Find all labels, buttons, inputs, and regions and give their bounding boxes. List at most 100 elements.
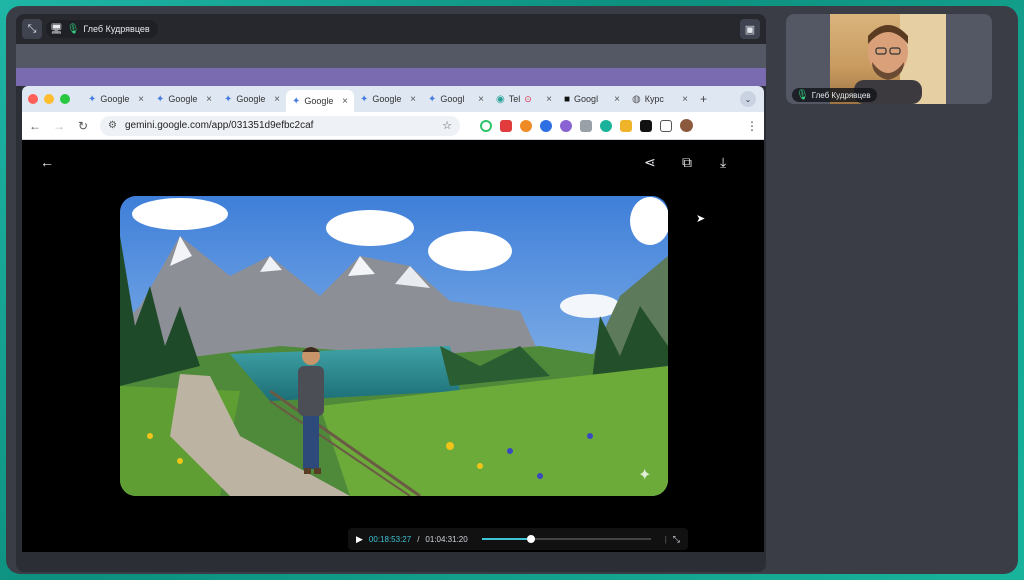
puzzle-extensions-icon[interactable]	[660, 119, 672, 132]
globe-icon: ◍	[632, 93, 641, 105]
tab-label: Googl	[440, 94, 465, 104]
seek-bar[interactable]	[481, 535, 651, 543]
close-tab-icon[interactable]: ×	[206, 94, 212, 105]
badge-extension-icon[interactable]	[620, 119, 632, 132]
tab-9[interactable]: ◍ Курс ×	[626, 89, 694, 109]
tab-2[interactable]: ✦ Google ×	[150, 89, 218, 109]
close-tab-icon[interactable]: ×	[682, 94, 688, 105]
maximize-window-button[interactable]	[60, 94, 70, 104]
bookmark-star-icon[interactable]: ☆	[442, 119, 452, 132]
tab-8[interactable]: ■ Googl ×	[558, 89, 626, 109]
screen-topbar: ⤡ 🖥 🎙 Глеб Кудрявцев ▣	[16, 14, 766, 44]
play-extension-icon[interactable]	[600, 119, 612, 132]
fox-extension-icon[interactable]	[520, 119, 532, 132]
url-text: gemini.google.com/app/031351d9efbc2caf	[124, 120, 314, 131]
close-tab-icon[interactable]: ×	[274, 94, 280, 105]
shield-extension-icon[interactable]	[580, 119, 592, 132]
share-icon[interactable]: ⋖	[644, 154, 656, 171]
forward-button[interactable]: →	[52, 119, 66, 133]
video-controls: ▶ 00:18:53:27 / 01:04:31:20 | ⤡	[348, 528, 688, 550]
tab-label: Курс	[644, 94, 664, 104]
back-button[interactable]: ←	[28, 119, 42, 133]
collapse-icon: ⤡	[27, 22, 37, 35]
tab-label: Google	[372, 94, 402, 104]
site-settings-icon[interactable]: ⚙	[108, 120, 117, 131]
shared-screen-top-area	[16, 44, 766, 68]
x-extension-icon[interactable]	[640, 119, 652, 132]
gemini-icon: ✦	[224, 93, 233, 105]
mouse-cursor-icon: ➤	[696, 213, 706, 225]
tab-label: Google	[236, 94, 266, 104]
tab-1[interactable]: ✦ Google ×	[82, 89, 150, 109]
participant-name: Глеб Кудрявцев	[811, 90, 871, 100]
profile-avatar[interactable]	[680, 119, 693, 132]
tab-4-active[interactable]: ✦ Google ×	[286, 90, 354, 112]
window-controls	[28, 94, 70, 104]
mic-icon: 🎙	[796, 89, 809, 101]
tab-search-button[interactable]: ⌄	[740, 91, 756, 107]
seek-handle[interactable]	[526, 535, 535, 543]
generated-image[interactable]: ✦	[120, 196, 668, 496]
close-tab-icon[interactable]: ×	[342, 96, 348, 107]
blue-dot-extension-icon[interactable]	[540, 119, 552, 132]
recording-icon: ⊙	[524, 93, 532, 104]
address-toolbar: ← → ↻ ⚙ gemini.google.com/app/031351d9ef…	[22, 112, 764, 140]
tab-strip: ✦ Google × ✦ Google × ✦ Google × ✦ Google × ✦ Goo…	[22, 86, 764, 112]
gemini-icon: ✦	[360, 93, 369, 105]
gemini-sparkle-icon: ✦	[638, 465, 651, 484]
exit-fullscreen-icon[interactable]: ⤡	[673, 534, 680, 545]
desktop-wallpaper-strip	[16, 68, 766, 86]
address-bar[interactable]: ⚙ gemini.google.com/app/031351d9efbc2caf…	[100, 115, 460, 136]
copy-icon[interactable]: ⧉	[682, 154, 692, 171]
telegram-icon: ◉	[496, 93, 505, 105]
tab-label: Googl	[574, 94, 599, 104]
fullscreen-toggle-button[interactable]: ⤡	[22, 19, 42, 39]
new-tab-button[interactable]: +	[700, 92, 707, 106]
browser-window: ✦ Google × ✦ Google × ✦ Google × ✦ Google × ✦ Goo…	[22, 86, 764, 552]
participant-name-pill: 🎙 Глеб Кудрявцев	[792, 88, 877, 102]
mic-icon: 🎙	[66, 23, 80, 35]
download-icon[interactable]: ⤓	[720, 154, 726, 171]
participant-tile[interactable]: 🎙 Глеб Кудрявцев	[786, 14, 992, 104]
tab-7[interactable]: ◉ Tel ⊙ ×	[490, 89, 558, 109]
pip-toggle-button[interactable]: ▣	[740, 19, 760, 39]
pip-icon: ▣	[744, 23, 756, 36]
screen-share-icon: 🖥	[50, 23, 63, 35]
square-icon: ■	[564, 93, 571, 105]
gemini-icon: ✦	[88, 93, 97, 105]
presenter-name: Глеб Кудрявцев	[83, 24, 150, 34]
divider: |	[664, 534, 667, 544]
current-time: 00:18:53:27	[368, 534, 412, 544]
time-separator: /	[417, 534, 420, 544]
close-tab-icon[interactable]: ×	[410, 94, 416, 105]
landscape-image: ✦	[120, 196, 668, 496]
play-icon[interactable]: ▶	[356, 534, 363, 545]
close-tab-icon[interactable]: ×	[478, 94, 484, 105]
seek-bar-fill	[481, 538, 531, 540]
power-extension-icon[interactable]	[480, 119, 492, 132]
presenter-pill: 🖥 🎙 Глеб Кудрявцев	[46, 20, 158, 38]
tab-label: Google	[100, 94, 130, 104]
close-tab-icon[interactable]: ×	[546, 94, 552, 105]
browser-menu-button[interactable]: ⋮	[746, 119, 758, 133]
gemini-icon: ✦	[156, 93, 165, 105]
tab-label: Google	[304, 96, 334, 106]
tab-3[interactable]: ✦ Google ×	[218, 89, 286, 109]
tab-label: Tel	[508, 94, 521, 104]
meeting-window: ⤡ 🖥 🎙 Глеб Кудрявцев ▣ ✦ Google × ✦ Google ×…	[6, 6, 1018, 574]
tab-label: Google	[168, 94, 198, 104]
chevron-down-icon: ⌄	[744, 94, 752, 104]
close-tab-icon[interactable]: ×	[614, 94, 620, 105]
purple-extension-icon[interactable]	[560, 119, 572, 132]
close-window-button[interactable]	[28, 94, 38, 104]
gemini-icon: ✦	[292, 95, 301, 107]
red-extension-icon[interactable]	[500, 119, 512, 132]
back-arrow-icon[interactable]: ←	[40, 154, 54, 170]
reload-button[interactable]: ↻	[76, 119, 90, 133]
tab-6[interactable]: ✦ Googl ×	[422, 89, 490, 109]
extensions-row	[480, 119, 693, 132]
gemini-image-viewer: ← ⋖ ⧉ ⤓ ✦ ▶ 00:18:53:27 / 01:04:31:20 | …	[22, 140, 764, 552]
minimize-window-button[interactable]	[44, 94, 54, 104]
close-tab-icon[interactable]: ×	[138, 94, 144, 105]
tab-5[interactable]: ✦ Google ×	[354, 89, 422, 109]
